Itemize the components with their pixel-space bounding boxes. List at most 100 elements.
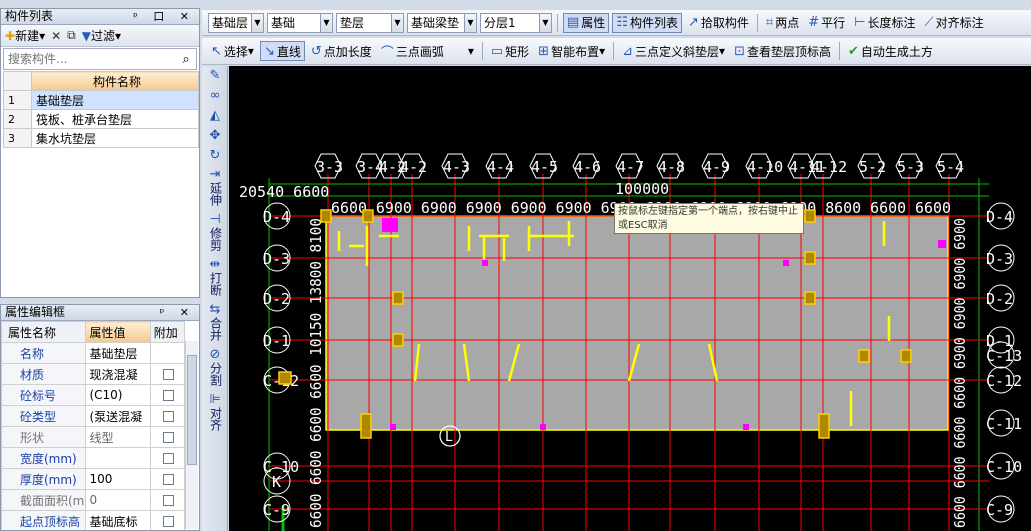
trim-button[interactable]: ⊣ 修剪 [202,213,228,254]
component-name[interactable]: 基础垫层 [31,90,199,110]
extend-button[interactable]: ⇥ 延伸 [202,168,228,209]
axis-label: C-10 [986,458,1022,476]
property-value[interactable]: 100 [85,468,151,490]
property-value[interactable]: (泵送混凝 [85,405,151,427]
component-search-input[interactable] [4,52,176,66]
scrollbar-thumb[interactable] [187,355,197,465]
two-points-label: 两点 [775,16,800,30]
smart-layout-button[interactable]: ⊞ 智能布置 ▾ [535,41,608,61]
property-row[interactable]: 厚度(mm) 100 [1,468,186,490]
axis-label: 4-3 [443,158,470,176]
break-label: 打断 [208,272,223,296]
property-value[interactable]: 基础底标 [85,510,151,530]
axis-label: D-4 [263,208,290,226]
category-select[interactable]: 基础 ▼ [267,12,333,33]
property-value[interactable]: 基础垫层 [85,342,151,364]
layer-select[interactable]: 基础层 ▼ [208,12,264,33]
new-button[interactable]: ✚新建▾ [5,27,45,44]
sublayer-select[interactable]: 分层1 ▼ [480,12,552,33]
dimension-total: 100000 [615,180,669,198]
view-top-elevation-button[interactable]: ⊡ 查看垫层顶标高 [731,41,834,61]
extra-checkbox[interactable] [163,369,175,380]
axis-label: 4-12 [811,158,847,176]
component-select[interactable]: 基础梁垫 ▼ [407,12,477,33]
eyedropper-button[interactable]: ✎ [202,66,228,86]
copy-icon[interactable]: ⧉ [67,28,76,43]
property-row[interactable]: 砼类型 (泵送混凝 [1,405,186,427]
property-row[interactable]: 截面面积(m 0 [1,489,186,511]
category-select-value: 基础 [271,16,296,30]
extra-checkbox[interactable] [163,474,175,485]
property-value-header: 属性值 [85,321,151,343]
rectangle-label: 矩形 [505,44,530,59]
pick-component-button[interactable]: ↗ 拾取构件 [685,13,752,33]
extra-checkbox[interactable] [163,495,175,506]
rectangle-button[interactable]: ▭ 矩形 [488,41,532,61]
move-button[interactable]: ✥ [202,126,228,146]
extra-checkbox[interactable] [163,411,175,422]
align-button[interactable]: ⊫ 对齐 [202,393,228,434]
merge-button[interactable]: ⇆ 合并 [202,303,228,344]
type-select[interactable]: 垫层 ▼ [336,12,404,33]
property-editor-panel: 属性编辑框 ᵖ ✕ 属性名称 属性值 附加 名称 基础垫层 材质 现浇混凝 砼标号(… [0,304,200,531]
mirror-button[interactable]: ◭ [202,106,228,126]
table-row[interactable]: 1 基础垫层 [3,90,199,110]
property-row[interactable]: 起点顶标高 基础底标 [1,510,186,530]
rotate-button[interactable]: ↻ [202,146,228,166]
property-value[interactable]: 线型 [85,426,151,448]
property-row[interactable]: 宽度(mm) [1,447,186,469]
axis-label: 4-8 [658,158,685,176]
panel-window-buttons[interactable]: ᵖ ✕ [160,305,195,320]
property-key: 砼标号 [1,384,87,406]
search-icon[interactable]: ⌕ [176,52,196,67]
panel-window-buttons[interactable]: ᵖ 口 ✕ [133,9,195,24]
property-row[interactable]: 砼标号 (C10) [1,384,186,406]
break-button[interactable]: ⇹ 打断 [202,258,228,299]
parallel-button[interactable]: # 平行 [805,13,848,33]
property-value[interactable] [85,447,151,469]
split-button[interactable]: ⊘ 分割 [202,348,228,389]
property-value[interactable]: 0 [85,489,151,511]
table-row[interactable]: 2 筏板、桩承台垫层 [3,109,199,129]
component-list-button[interactable]: ☷ 构件列表 [612,12,682,33]
line-button[interactable]: ↘ 直线 [259,41,305,61]
slope-cushion-button[interactable]: ⊿ 三点定义斜垫层 ▾ [619,41,728,61]
extra-checkbox[interactable] [163,453,175,464]
align-dimension-button[interactable]: ⟋ 对齐标注 [922,13,987,33]
select-button[interactable]: ↖ 选择 ▾ [208,41,257,61]
link-button[interactable]: ∞ [202,86,228,106]
two-points-button[interactable]: ⌗ 两点 [763,13,802,33]
drawing-canvas[interactable]: 3-3 3-4 4-2 4-2 4-3 4-4 4-5 4-6 4-7 4-8 4-9 4-10 4-1… [229,66,1031,531]
auto-earthwork-button[interactable]: ✔ 自动生成土方 [845,41,936,61]
extra-checkbox[interactable] [163,432,175,443]
property-key: 材质 [1,363,87,385]
command-tooltip: 按鼠标左键指定第一个端点，按右键中止或ESC取消 [614,203,804,234]
row-index: 2 [3,109,32,129]
filter-button[interactable]: ▼过滤▾ [82,27,121,44]
property-value[interactable]: 现浇混凝 [85,363,151,385]
property-key: 厚度(mm) [1,468,87,490]
select-label: 选择 [223,44,248,59]
length-dimension-button[interactable]: ⊢ 长度标注 [851,13,918,33]
axis-label: 3-3 [316,158,343,176]
cushion-slab[interactable] [325,215,949,431]
delete-icon[interactable]: ✕ [51,29,61,43]
cad-drawing[interactable]: 3-3 3-44-24-2 4-3 4-4 4-5 4-6 4-7 4-8 4-9 4-10 4-1… [229,66,1031,531]
slope-cushion-label: 三点定义斜垫层 [635,44,720,59]
property-row[interactable]: 材质 现浇混凝 [1,363,186,385]
extra-checkbox[interactable] [163,516,175,527]
toolbar-separator [756,13,758,32]
extra-checkbox[interactable] [163,390,175,401]
property-row[interactable]: 形状 线型 [1,426,186,448]
point-length-button[interactable]: ↺ 点加长度 [308,41,375,61]
property-scrollbar[interactable] [185,341,198,529]
table-row[interactable]: 3 集水坑垫层 [3,128,199,148]
component-name[interactable]: 筏板、桩承台垫层 [31,109,199,129]
property-row[interactable]: 名称 基础垫层 [1,342,186,364]
corner-cell [3,71,32,91]
trim-label: 修剪 [208,227,223,251]
three-point-arc-button[interactable]: ⌒ 三点画弧 ▾ [378,41,477,61]
component-name[interactable]: 集水坑垫层 [31,128,199,148]
property-value[interactable]: (C10) [85,384,151,406]
properties-button[interactable]: ▤ 属性 [563,12,610,33]
